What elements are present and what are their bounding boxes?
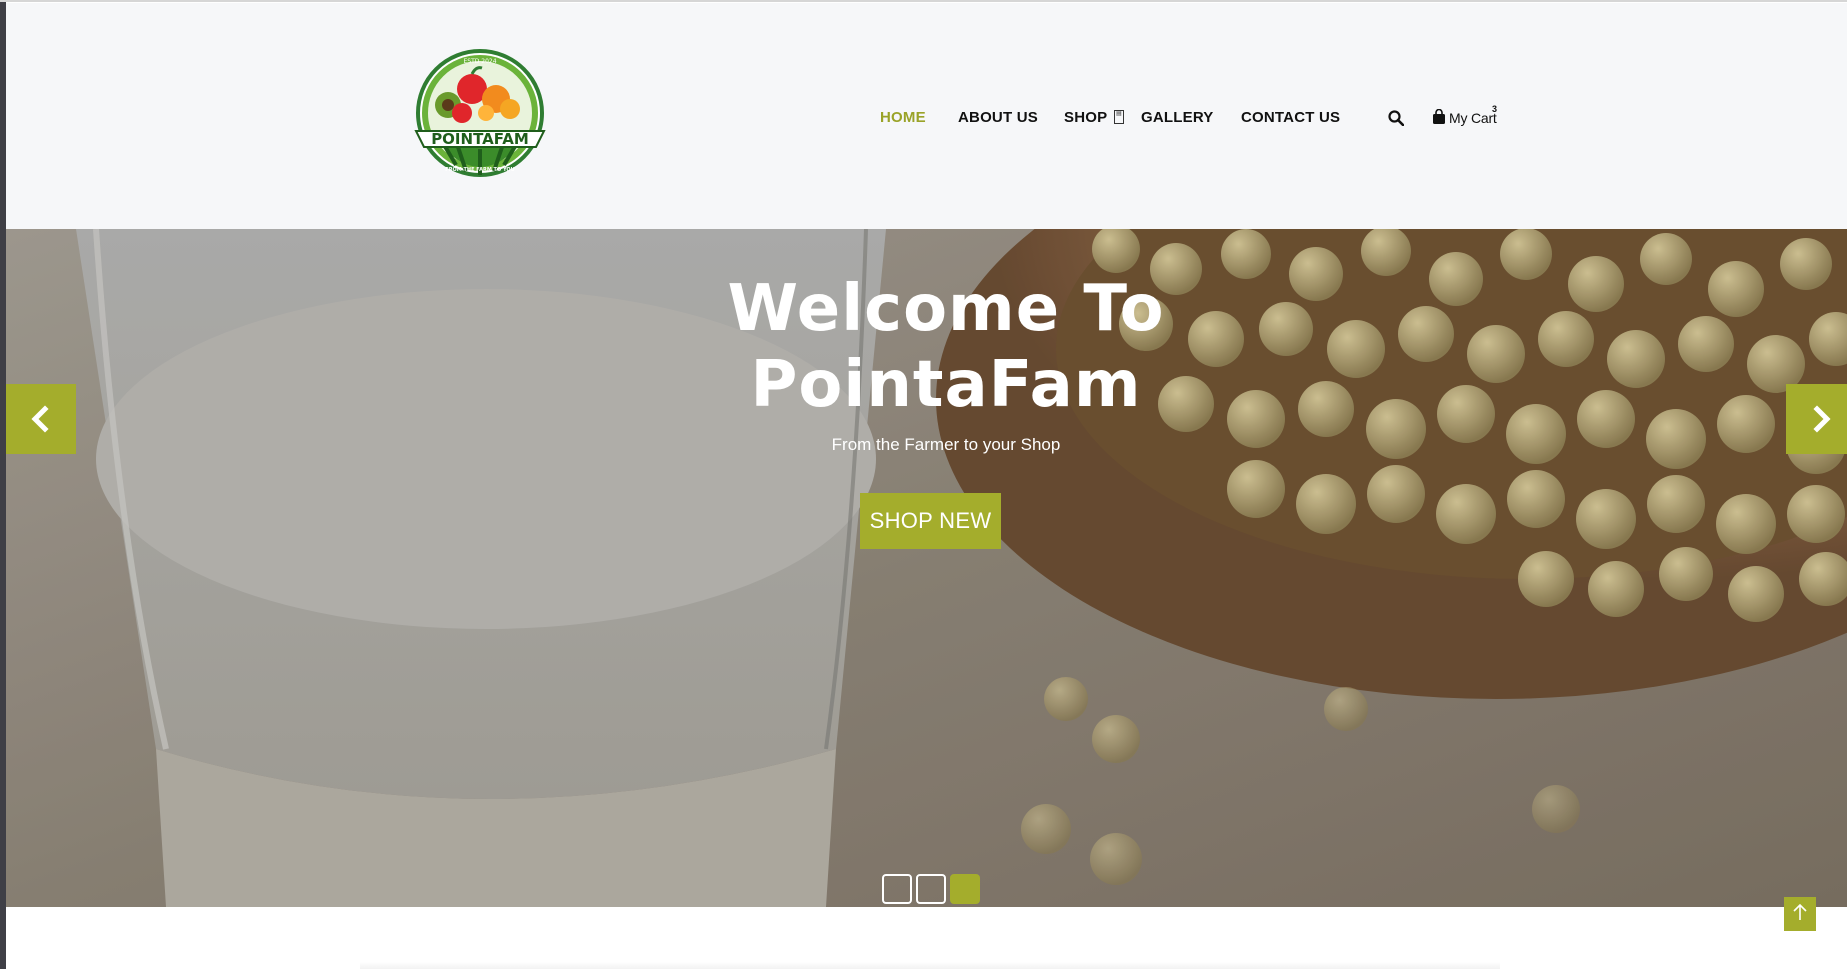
shop-new-button[interactable]: SHOP NEW (860, 493, 1001, 549)
hero-title: Welcome To PointaFam (626, 271, 1266, 423)
hero-slider: Welcome To PointaFam From the Farmer to … (6, 229, 1847, 907)
main-nav: HOME ABOUT US SHOP ▤ GALLERY CONTACT US … (6, 3, 1847, 229)
arrow-up-icon (1793, 903, 1807, 920)
slider-next-button[interactable] (1786, 384, 1847, 454)
nav-contact-us[interactable]: CONTACT US (1241, 109, 1340, 126)
chevron-left-icon (31, 405, 49, 433)
hero-title-line-2: PointaFam (750, 348, 1142, 422)
search-icon[interactable] (1388, 110, 1404, 126)
hero-subtitle: From the Farmer to your Shop (831, 435, 1061, 454)
shop-dropdown-icon[interactable]: ▤ (1114, 110, 1124, 124)
scroll-to-top-button[interactable] (1784, 897, 1816, 931)
slider-dot-1[interactable] (882, 874, 912, 904)
nav-shop[interactable]: SHOP (1064, 109, 1107, 126)
nav-gallery[interactable]: GALLERY (1141, 109, 1214, 126)
slider-dot-2[interactable] (916, 874, 946, 904)
site-header: POINTAFAM ESTD 2024 FROM THE FARM TO YOU… (6, 3, 1847, 229)
shopping-bag-icon (1433, 109, 1445, 124)
slider-dot-3[interactable] (950, 874, 980, 904)
chevron-right-icon (1813, 405, 1831, 433)
slider-prev-button[interactable] (6, 384, 76, 454)
nav-home[interactable]: HOME (880, 109, 926, 126)
page: POINTAFAM ESTD 2024 FROM THE FARM TO YOU… (0, 0, 1847, 969)
cart-count-badge: 3 (1492, 104, 1498, 114)
nav-about-us[interactable]: ABOUT US (958, 109, 1038, 126)
top-border (0, 0, 1847, 2)
next-section-edge (360, 962, 1500, 969)
hero-title-line-1: Welcome To (727, 272, 1165, 346)
cart-label: My Cart (1449, 110, 1497, 126)
